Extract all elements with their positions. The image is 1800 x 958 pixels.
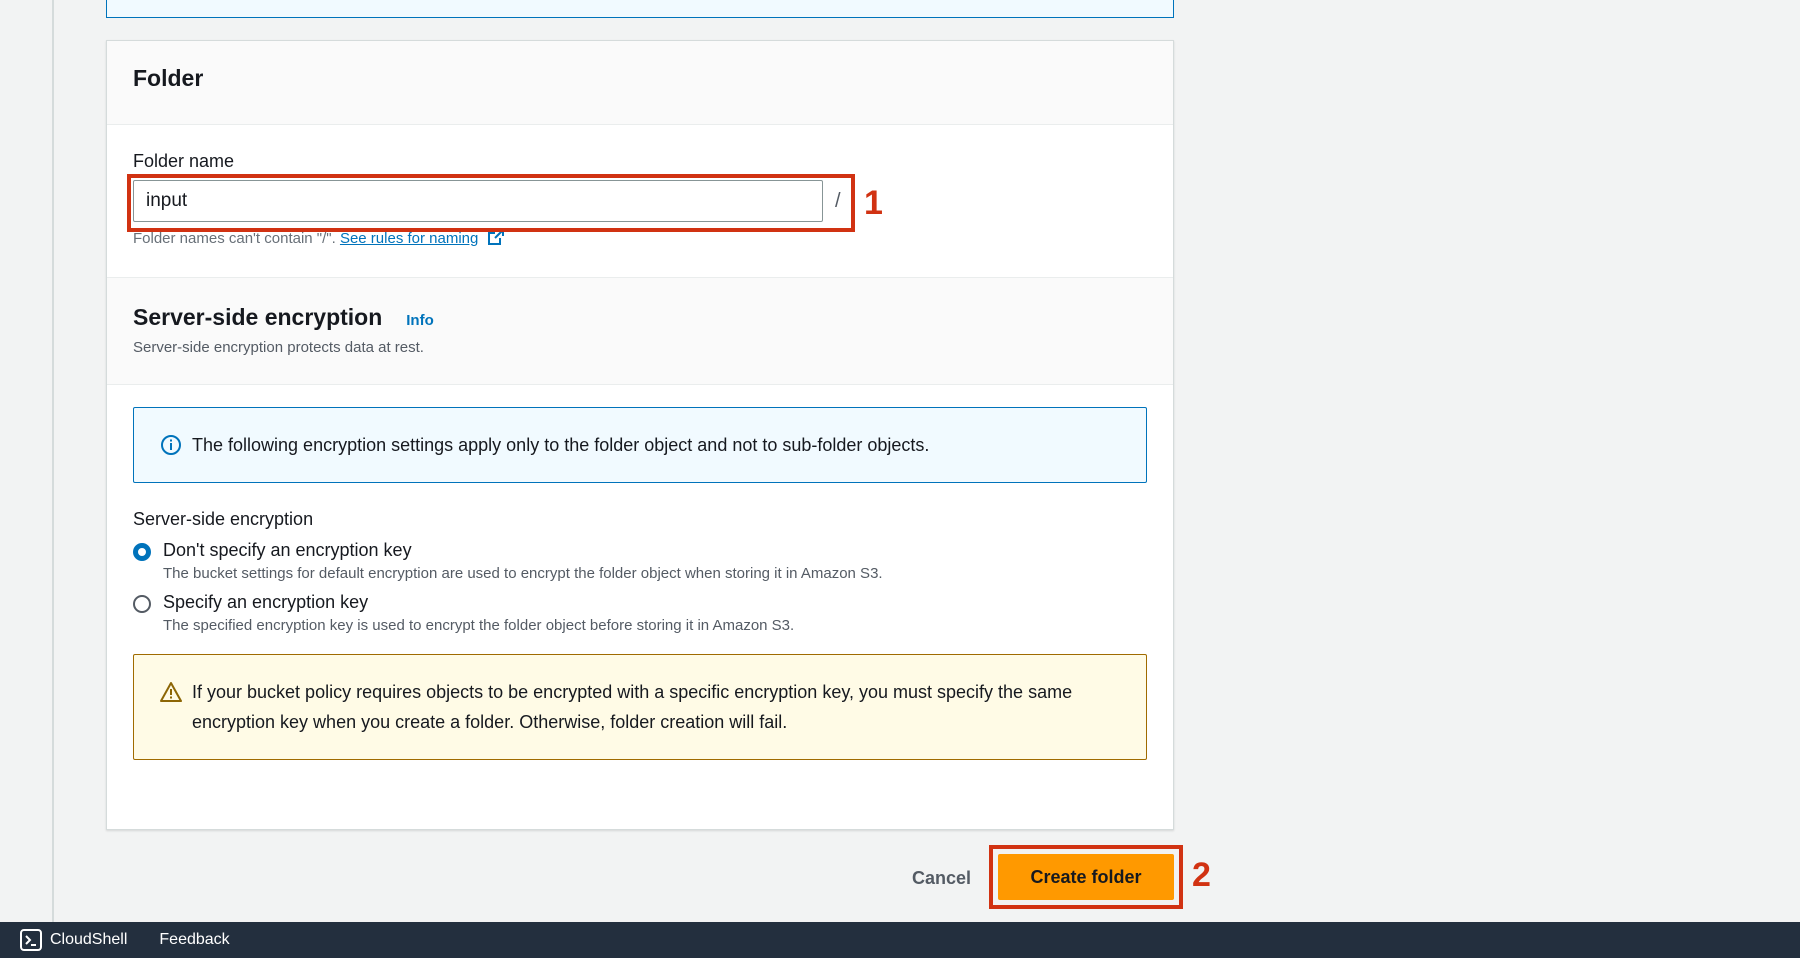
annotation-box-folder-name [127,174,855,232]
info-icon [161,435,181,455]
cloudshell-button[interactable]: CloudShell [20,929,127,951]
radio-option-label: Don't specify an encryption key [163,540,412,560]
encryption-info-link[interactable]: Info [406,312,434,329]
create-folder-card: Folder Folder name / Folder names can't … [106,40,1174,830]
page: Folder Folder name / Folder names can't … [0,0,1800,958]
folder-card-header: Folder [107,41,1173,125]
encryption-group-label: Server-side encryption [133,509,314,529]
feedback-label: Feedback [159,931,230,948]
top-info-panel [106,0,1174,18]
encryption-info-alert-text: The following encryption settings apply … [192,434,930,455]
radio-option-no-key-text: Don't specify an encryption key The buck… [163,540,883,582]
folder-name-label: Folder name [133,151,235,171]
cancel-button[interactable]: Cancel [900,860,983,896]
radio-option-description: The bucket settings for default encrypti… [163,565,883,582]
encryption-warning-alert: If your bucket policy requires objects t… [133,654,1147,760]
radio-button-unchecked[interactable] [133,595,151,613]
annotation-number-2: 2 [1192,856,1211,894]
bottom-console-bar: CloudShell Feedback [0,922,1800,958]
encryption-title: Server-side encryption [133,304,383,330]
cloudshell-icon [20,929,42,951]
feedback-button[interactable]: Feedback [159,931,229,949]
encryption-header: Server-side encryption Info Server-side … [107,277,1173,385]
cloudshell-label: CloudShell [50,931,128,948]
left-nav-strip [0,0,54,922]
radio-option-label: Specify an encryption key [163,592,369,612]
folder-name-hint-text: Folder names can't contain "/". [133,230,336,247]
radio-option-no-key[interactable]: Don't specify an encryption key The buck… [133,540,1147,582]
naming-rules-link[interactable]: See rules for naming [340,230,478,247]
encryption-warning-text: If your bucket policy requires objects t… [192,682,1073,732]
radio-option-specify-key[interactable]: Specify an encryption key The specified … [133,592,1147,634]
encryption-title-row: Server-side encryption Info [133,304,1147,331]
radio-button-checked[interactable] [133,543,151,561]
naming-rules-link-label: See rules for naming [339,230,479,247]
encryption-info-alert: The following encryption settings apply … [133,407,1147,483]
folder-card-title: Folder [133,65,204,91]
radio-option-description: The specified encryption key is used to … [163,617,795,634]
annotation-number-1: 1 [864,184,883,222]
radio-option-specify-key-text: Specify an encryption key The specified … [163,592,794,634]
encryption-description: Server-side encryption protects data at … [133,339,424,356]
encryption-body: The following encryption settings apply … [107,385,1173,782]
warning-icon [160,682,182,702]
annotation-box-create-button [989,845,1183,909]
